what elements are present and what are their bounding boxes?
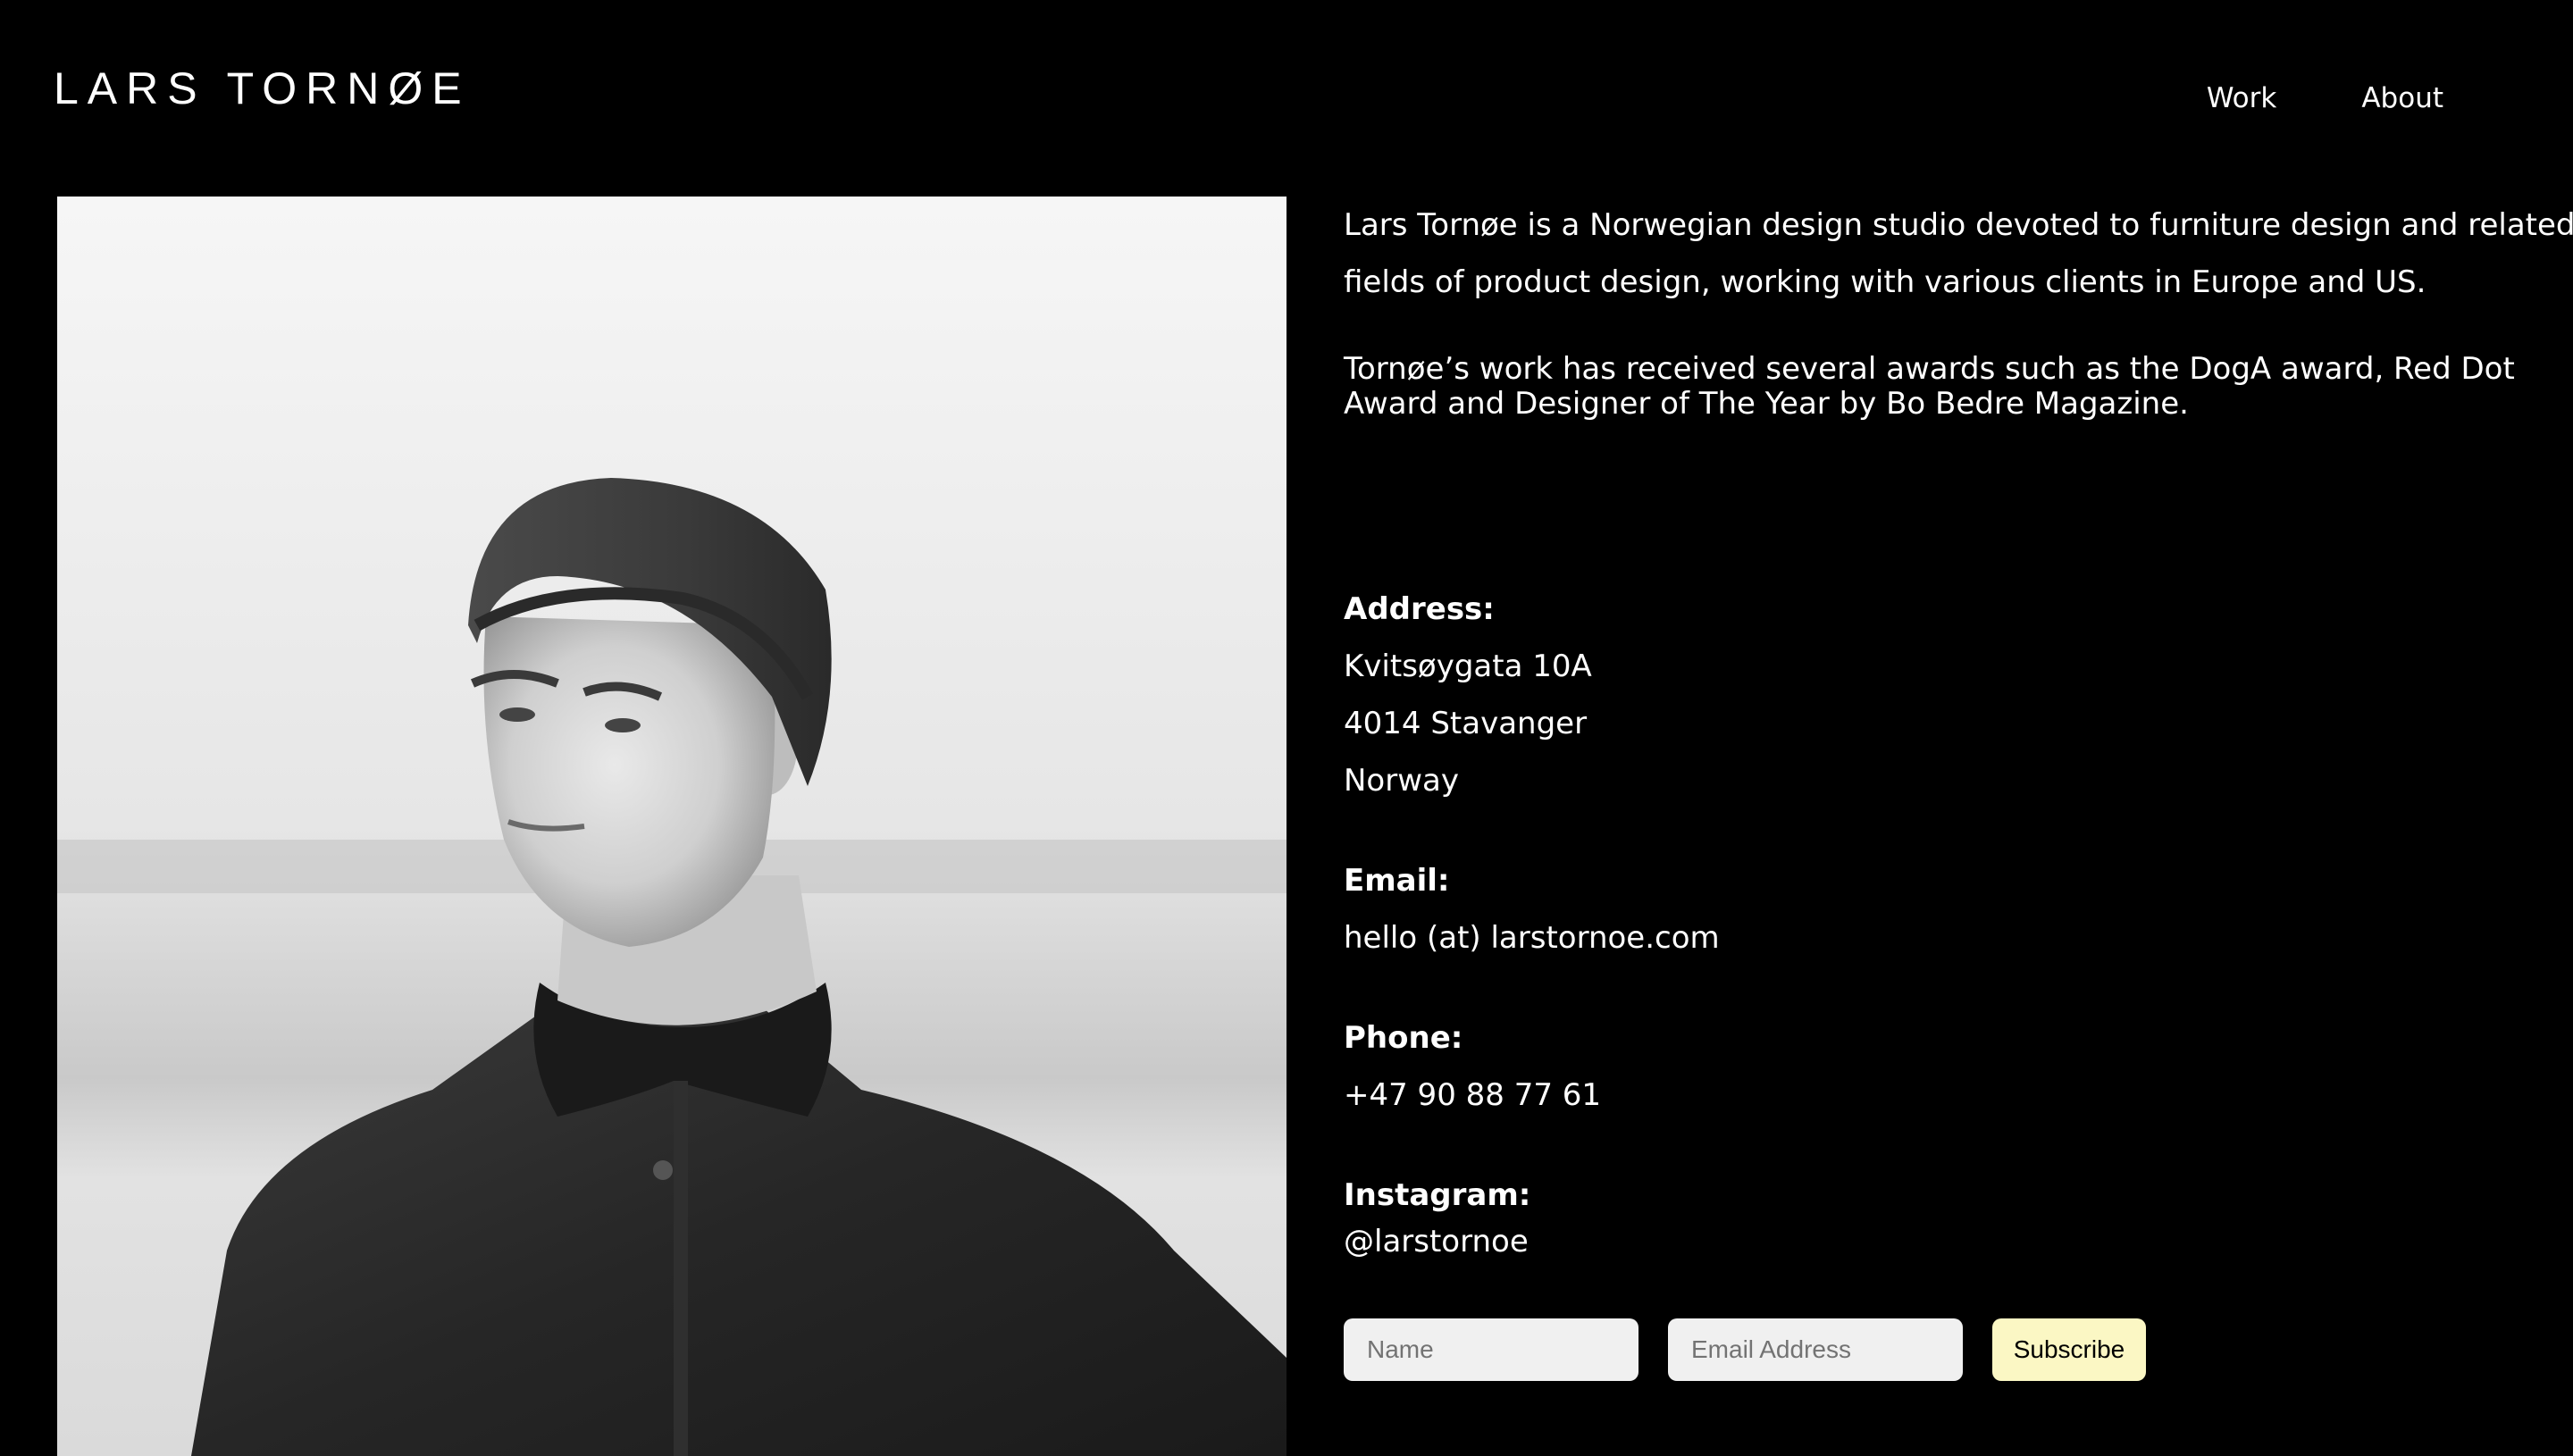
address-line: Kvitsøygata 10A bbox=[1344, 649, 1592, 684]
phone-block: Phone: +47 90 88 77 61 bbox=[1344, 1020, 1601, 1113]
intro-line: fields of product design, working with v… bbox=[1344, 264, 2426, 300]
address-line: Norway bbox=[1344, 763, 1459, 799]
nav-link-about[interactable]: About bbox=[2361, 79, 2443, 118]
instagram-label: Instagram: bbox=[1344, 1177, 1531, 1213]
main-nav: Work About bbox=[2207, 79, 2443, 118]
site-logo[interactable]: LARS TORNØE bbox=[54, 66, 471, 111]
nav-link-work[interactable]: Work bbox=[2207, 79, 2277, 118]
intro-line: Lars Tornøe is a Norwegian design studio… bbox=[1344, 207, 2573, 243]
address-label: Address: bbox=[1344, 591, 1495, 627]
about-content: Lars Tornøe is a Norwegian design studio… bbox=[1344, 197, 2573, 1259]
email-value: hello (at) larstornoe.com bbox=[1344, 920, 1720, 956]
instagram-link[interactable]: @larstornoe bbox=[1344, 1224, 1530, 1259]
subscribe-button[interactable]: Subscribe bbox=[1992, 1318, 2146, 1381]
phone-value: +47 90 88 77 61 bbox=[1344, 1077, 1602, 1113]
email-block: Email: hello (at) larstornoe.com bbox=[1344, 863, 1720, 956]
awards-line: Award and Designer of The Year by Bo Bed… bbox=[1344, 386, 2189, 422]
name-input[interactable] bbox=[1344, 1318, 1639, 1381]
awards-line: Tornøe’s work has received several award… bbox=[1344, 351, 2515, 387]
portrait-photo bbox=[57, 197, 1286, 1456]
awards-paragraph: Tornøe’s work has received several award… bbox=[1344, 352, 2532, 422]
email-label: Email: bbox=[1344, 863, 1450, 899]
subscribe-form: Subscribe bbox=[1344, 1318, 2146, 1381]
instagram-block: Instagram: @larstornoe bbox=[1344, 1177, 1530, 1259]
phone-label: Phone: bbox=[1344, 1020, 1463, 1056]
intro-paragraph: Lars Tornøe is a Norwegian design studio… bbox=[1344, 197, 2573, 311]
address-block: Address: Kvitsøygata 10A 4014 Stavanger … bbox=[1344, 591, 1592, 799]
address-line: 4014 Stavanger bbox=[1344, 706, 1588, 741]
email-input[interactable] bbox=[1668, 1318, 1963, 1381]
